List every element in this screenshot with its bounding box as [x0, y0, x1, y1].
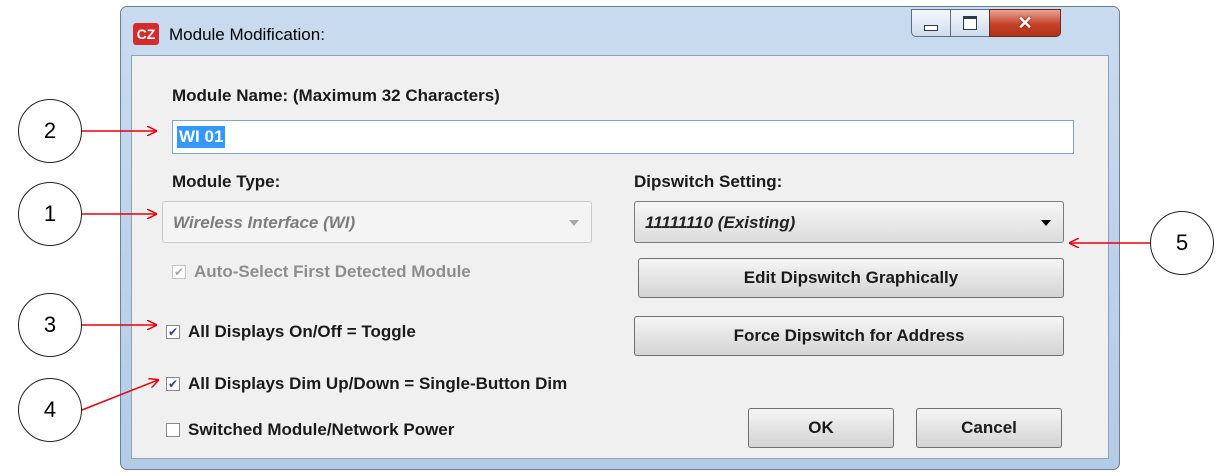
- auto-select-checkbox: ✔ Auto-Select First Detected Module: [172, 262, 471, 282]
- checkbox-check-icon: ✔: [166, 377, 180, 391]
- close-button[interactable]: ✕: [989, 9, 1061, 37]
- auto-select-label: Auto-Select First Detected Module: [194, 262, 471, 281]
- callout-circle-3: 3: [18, 293, 82, 357]
- checkbox-check-icon: ✔: [172, 265, 186, 279]
- callout-circle-1: 1: [18, 182, 82, 246]
- close-icon: ✕: [1017, 12, 1033, 33]
- title-bar[interactable]: CZ Module Modification: ✕: [121, 7, 1119, 55]
- dipswitch-setting-label: Dipswitch Setting:: [634, 172, 783, 191]
- callout-circle-5: 5: [1150, 211, 1214, 275]
- chevron-down-icon: [1041, 220, 1051, 226]
- checkbox-empty-icon: [166, 423, 180, 437]
- toggle-label: All Displays On/Off = Toggle: [188, 322, 416, 341]
- dipswitch-setting-dropdown[interactable]: 11111110 (Existing): [634, 201, 1064, 243]
- module-type-label: Module Type:: [172, 172, 281, 191]
- minimize-icon: [924, 25, 938, 31]
- maximize-icon: [963, 16, 977, 30]
- dim-label: All Displays Dim Up/Down = Single-Button…: [188, 374, 568, 393]
- edit-dipswitch-graphically-button[interactable]: Edit Dipswitch Graphically: [638, 258, 1064, 298]
- maximize-button[interactable]: [950, 9, 990, 37]
- callout-circle-2: 2: [18, 99, 82, 163]
- module-name-label: Module Name: (Maximum 32 Characters): [172, 86, 500, 105]
- module-type-dropdown: Wireless Interface (WI): [162, 201, 592, 243]
- module-modification-dialog: CZ Module Modification: ✕ Module Name: (…: [120, 6, 1120, 470]
- module-name-input[interactable]: WI 01: [172, 120, 1074, 154]
- callout-circle-4: 4: [18, 378, 82, 442]
- window-title: Module Modification:: [169, 25, 325, 44]
- checkbox-check-icon: ✔: [166, 325, 180, 339]
- dim-checkbox[interactable]: ✔ All Displays Dim Up/Down = Single-Butt…: [166, 374, 567, 394]
- dipswitch-setting-value: 11111110 (Existing): [645, 213, 796, 232]
- toggle-checkbox[interactable]: ✔ All Displays On/Off = Toggle: [166, 322, 416, 342]
- cz-app-icon: CZ: [133, 23, 159, 45]
- module-type-value: Wireless Interface (WI): [173, 213, 356, 232]
- force-dipswitch-button[interactable]: Force Dipswitch for Address: [634, 316, 1064, 356]
- dialog-body: Module Name: (Maximum 32 Characters) WI …: [131, 55, 1109, 459]
- cancel-button[interactable]: Cancel: [916, 408, 1062, 448]
- ok-button[interactable]: OK: [748, 408, 894, 448]
- chevron-down-icon: [569, 220, 579, 226]
- power-checkbox[interactable]: Switched Module/Network Power: [166, 420, 454, 440]
- minimize-button[interactable]: [911, 9, 951, 37]
- module-name-value: WI 01: [177, 126, 226, 148]
- power-label: Switched Module/Network Power: [188, 420, 455, 439]
